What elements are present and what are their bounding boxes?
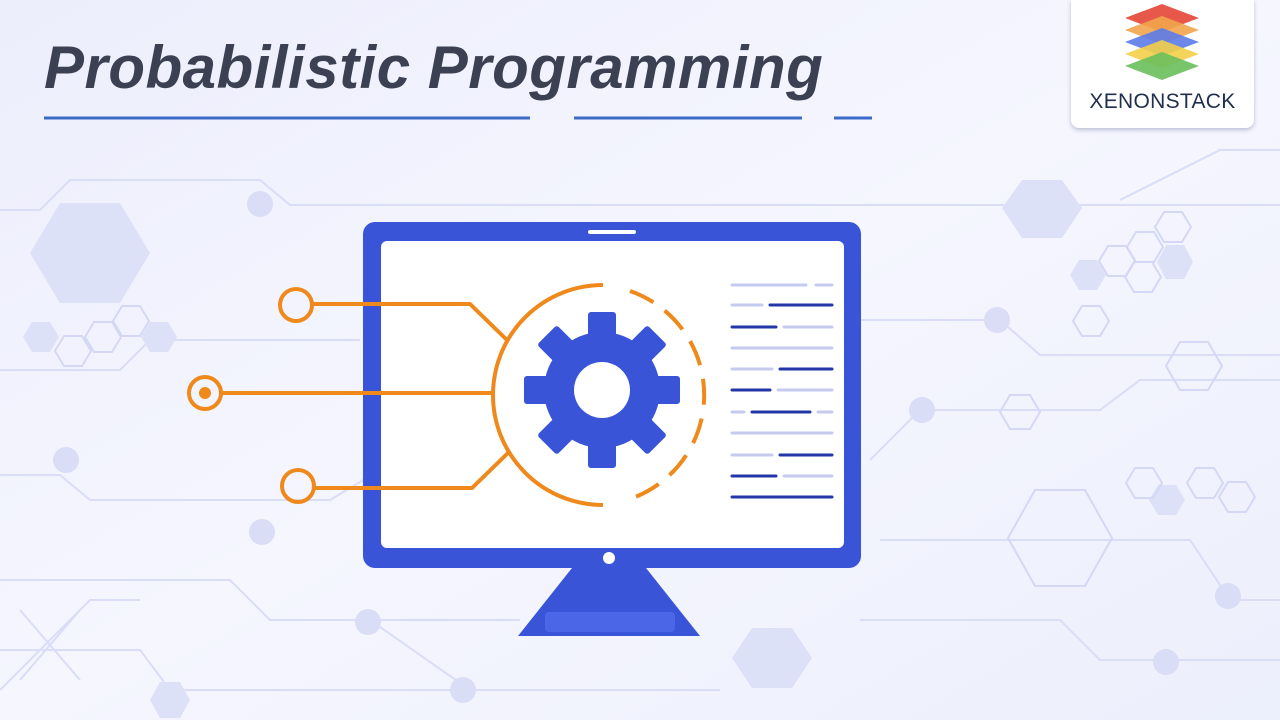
monitor-stand [518, 568, 700, 636]
banner: Probabilistic Programming XENONSTACK [0, 0, 1280, 720]
gear-icon [524, 312, 680, 468]
monitor-illustration [187, 222, 861, 636]
